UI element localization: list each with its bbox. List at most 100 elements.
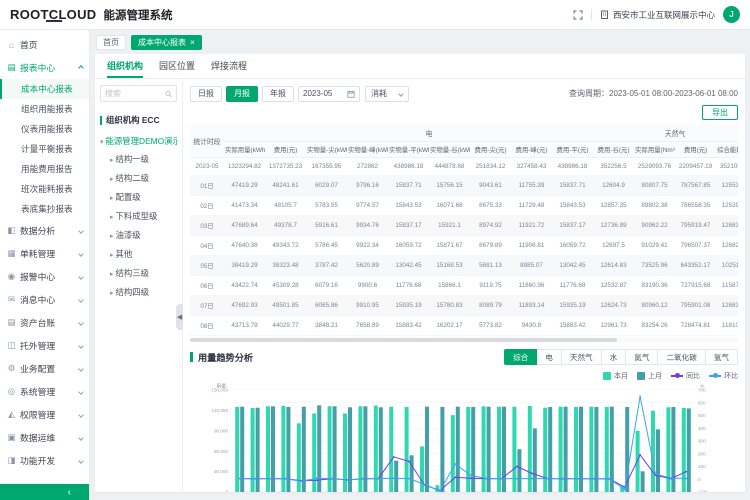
fullscreen-icon[interactable] — [573, 10, 583, 20]
bar-last — [317, 405, 321, 492]
sidebar-item-home[interactable]: ⌂ 首页 — [0, 33, 89, 56]
export-button[interactable]: 导出 — [702, 105, 738, 120]
cell: 1372735.23 — [265, 158, 306, 176]
close-icon[interactable]: × — [190, 38, 195, 47]
tree-node[interactable]: ▸下料成型级 — [100, 206, 177, 225]
sidebar-item-unit-consumption[interactable]: ▦单耗管理 — [0, 242, 89, 265]
sidebar-subitem[interactable]: 班次能耗报表 — [0, 179, 89, 199]
table-row[interactable]: 03日47689.6449378.75916.619934.7615837.17… — [190, 216, 738, 236]
sidebar-subitem[interactable]: 仪表用能报表 — [0, 119, 89, 139]
bar-last — [456, 407, 460, 492]
tree-root-node[interactable]: ▾能源管理DEMO演示 — [100, 135, 177, 147]
search-input[interactable] — [105, 89, 165, 98]
sidebar-item-alarm-center[interactable]: ◉报警中心 — [0, 265, 89, 288]
tree-node[interactable]: ▸结构一级 — [100, 149, 177, 168]
cell: 15935.19 — [552, 296, 593, 316]
tab-org-structure[interactable]: 组织机构 — [107, 54, 143, 78]
cell: 11893.14 — [511, 296, 552, 316]
trend-tab[interactable]: 电 — [537, 349, 562, 365]
trend-tab[interactable]: 水 — [602, 349, 627, 365]
table-row[interactable]: 04日47640.3849343.725786.459922.3416059.7… — [190, 236, 738, 256]
period-button[interactable]: 日报 — [190, 86, 222, 102]
table-row[interactable]: 08日43713.7944029.773848.217658.8915883.4… — [190, 316, 738, 336]
bar-current — [589, 407, 593, 492]
legend-item[interactable]: 环比 — [709, 371, 738, 381]
avatar[interactable]: J — [723, 6, 740, 23]
sidebar-item-permission[interactable]: ◭权限管理 — [0, 403, 89, 426]
cell: 45309.28 — [265, 276, 306, 296]
trend-tab[interactable]: 综合 — [504, 349, 537, 365]
cell: 11776.68 — [388, 276, 429, 296]
tree-node[interactable]: ▸结构四级 — [100, 282, 177, 301]
sidebar-item-data-ops[interactable]: ▣数据运维 — [0, 426, 89, 449]
svg-text:%: % — [700, 384, 705, 390]
scrollbar-thumb[interactable] — [190, 338, 617, 342]
sidebar-item-outsourcing[interactable]: ◫托外管理 — [0, 334, 89, 357]
main-area: 首页 成本中心报表 × 组织机构 园区位置 焊接流程 — [90, 30, 750, 500]
table-row[interactable]: 05日38419.2938323.483787.425620.8913042.4… — [190, 256, 738, 276]
cell: 8974.92 — [470, 216, 511, 236]
table-row[interactable]: 07日47692.9349501.856065.869910.9515935.1… — [190, 296, 738, 316]
caret-right-icon[interactable]: ▸ — [110, 290, 114, 297]
tab-park-location[interactable]: 园区位置 — [159, 54, 195, 78]
sidebar-item-data-analysis[interactable]: ◧数据分析 — [0, 219, 89, 242]
legend-item[interactable]: 本月 — [603, 371, 628, 381]
svg-text:120,000: 120,000 — [211, 408, 228, 413]
content-card: 组织机构 园区位置 焊接流程 组织机构 ECC ▾能源管理DEMO演示 ▸结构一… — [95, 54, 745, 492]
breadcrumb-tab-cost-report[interactable]: 成本中心报表 × — [131, 35, 202, 50]
caret-right-icon[interactable]: ▸ — [110, 233, 114, 240]
period-button[interactable]: 月报 — [226, 86, 258, 102]
search-icon[interactable] — [165, 90, 172, 98]
tab-welding-process[interactable]: 焊接流程 — [211, 54, 247, 78]
bar-current — [482, 406, 486, 492]
table-row[interactable]: 06日43422.7445309.286079.169900.611776.68… — [190, 276, 738, 296]
sidebar-item-function-dev[interactable]: ◨功能开发 — [0, 449, 89, 472]
tree-node[interactable]: ▸结构三级 — [100, 263, 177, 282]
table-row[interactable]: 01日47419.2948241.616029.079796.1615837.7… — [190, 176, 738, 196]
sidebar-subitem[interactable]: 成本中心报表 — [0, 79, 89, 99]
caret-right-icon[interactable]: ▸ — [110, 195, 114, 202]
sidebar-item-label: 数据运维 — [20, 431, 77, 444]
sidebar-subitem[interactable]: 用能费用报告 — [0, 159, 89, 179]
bar-last — [394, 461, 398, 492]
caret-right-icon[interactable]: ▸ — [110, 214, 114, 221]
org-switcher[interactable]: 西安市工业互联网展示中心 — [600, 9, 715, 21]
building-icon — [600, 10, 609, 19]
tree-node[interactable]: ▸油漆级 — [100, 225, 177, 244]
sidebar-item-asset-ledger[interactable]: ▤资产台账 — [0, 311, 89, 334]
sidebar-subitem[interactable]: 表底集抄报表 — [0, 199, 89, 219]
caret-down-icon[interactable]: ▾ — [100, 139, 104, 146]
bar-last — [656, 429, 660, 492]
caret-right-icon[interactable]: ▸ — [110, 252, 114, 259]
trend-tab[interactable]: 氮气 — [626, 349, 658, 365]
sidebar-item-report-center[interactable]: ▤ 报表中心 — [0, 56, 89, 79]
tree-node[interactable]: ▸其他 — [100, 244, 177, 263]
date-picker[interactable]: 2023-05 — [298, 86, 360, 102]
period-button[interactable]: 年报 — [262, 86, 294, 102]
caret-right-icon[interactable]: ▸ — [110, 157, 114, 164]
sidebar-item-message-center[interactable]: ✉消息中心 — [0, 288, 89, 311]
sidebar-subitem[interactable]: 计量平衡报表 — [0, 139, 89, 159]
legend-item[interactable]: 同比 — [671, 371, 700, 381]
sidebar-subitem[interactable]: 组织用能报表 — [0, 99, 89, 119]
trend-tab[interactable]: 二氧化碳 — [658, 349, 705, 365]
trend-chart-svg: -1000100200300400500600700030,00060,0009… — [190, 383, 732, 492]
tree-node[interactable]: ▸配置级 — [100, 187, 177, 206]
chevron-down-icon — [78, 251, 84, 257]
sidebar-item-business-config[interactable]: ⚙业务配置 — [0, 357, 89, 380]
tree-collapse-handle[interactable]: ◀ — [176, 304, 183, 330]
metric-select[interactable]: 消耗 — [365, 86, 409, 102]
legend-line — [671, 375, 683, 377]
breadcrumb-tab-home[interactable]: 首页 — [96, 35, 126, 50]
caret-right-icon[interactable]: ▸ — [110, 271, 114, 278]
sidebar-item-system-management[interactable]: ◎系统管理 — [0, 380, 89, 403]
legend-item[interactable]: 上月 — [637, 371, 662, 381]
tree-node[interactable]: ▸结构二级 — [100, 168, 177, 187]
caret-right-icon[interactable]: ▸ — [110, 176, 114, 183]
table-row[interactable]: 2023-051323294.821372735.23167355.952728… — [190, 158, 738, 176]
trend-tab[interactable]: 天然气 — [562, 349, 602, 365]
trend-tab[interactable]: 氩气 — [706, 349, 738, 365]
cell: 8089.79 — [470, 296, 511, 316]
table-row[interactable]: 02日41473.3448105.75783.559774.5715843.53… — [190, 196, 738, 216]
sidebar-collapse-button[interactable]: ‹ — [0, 484, 89, 500]
